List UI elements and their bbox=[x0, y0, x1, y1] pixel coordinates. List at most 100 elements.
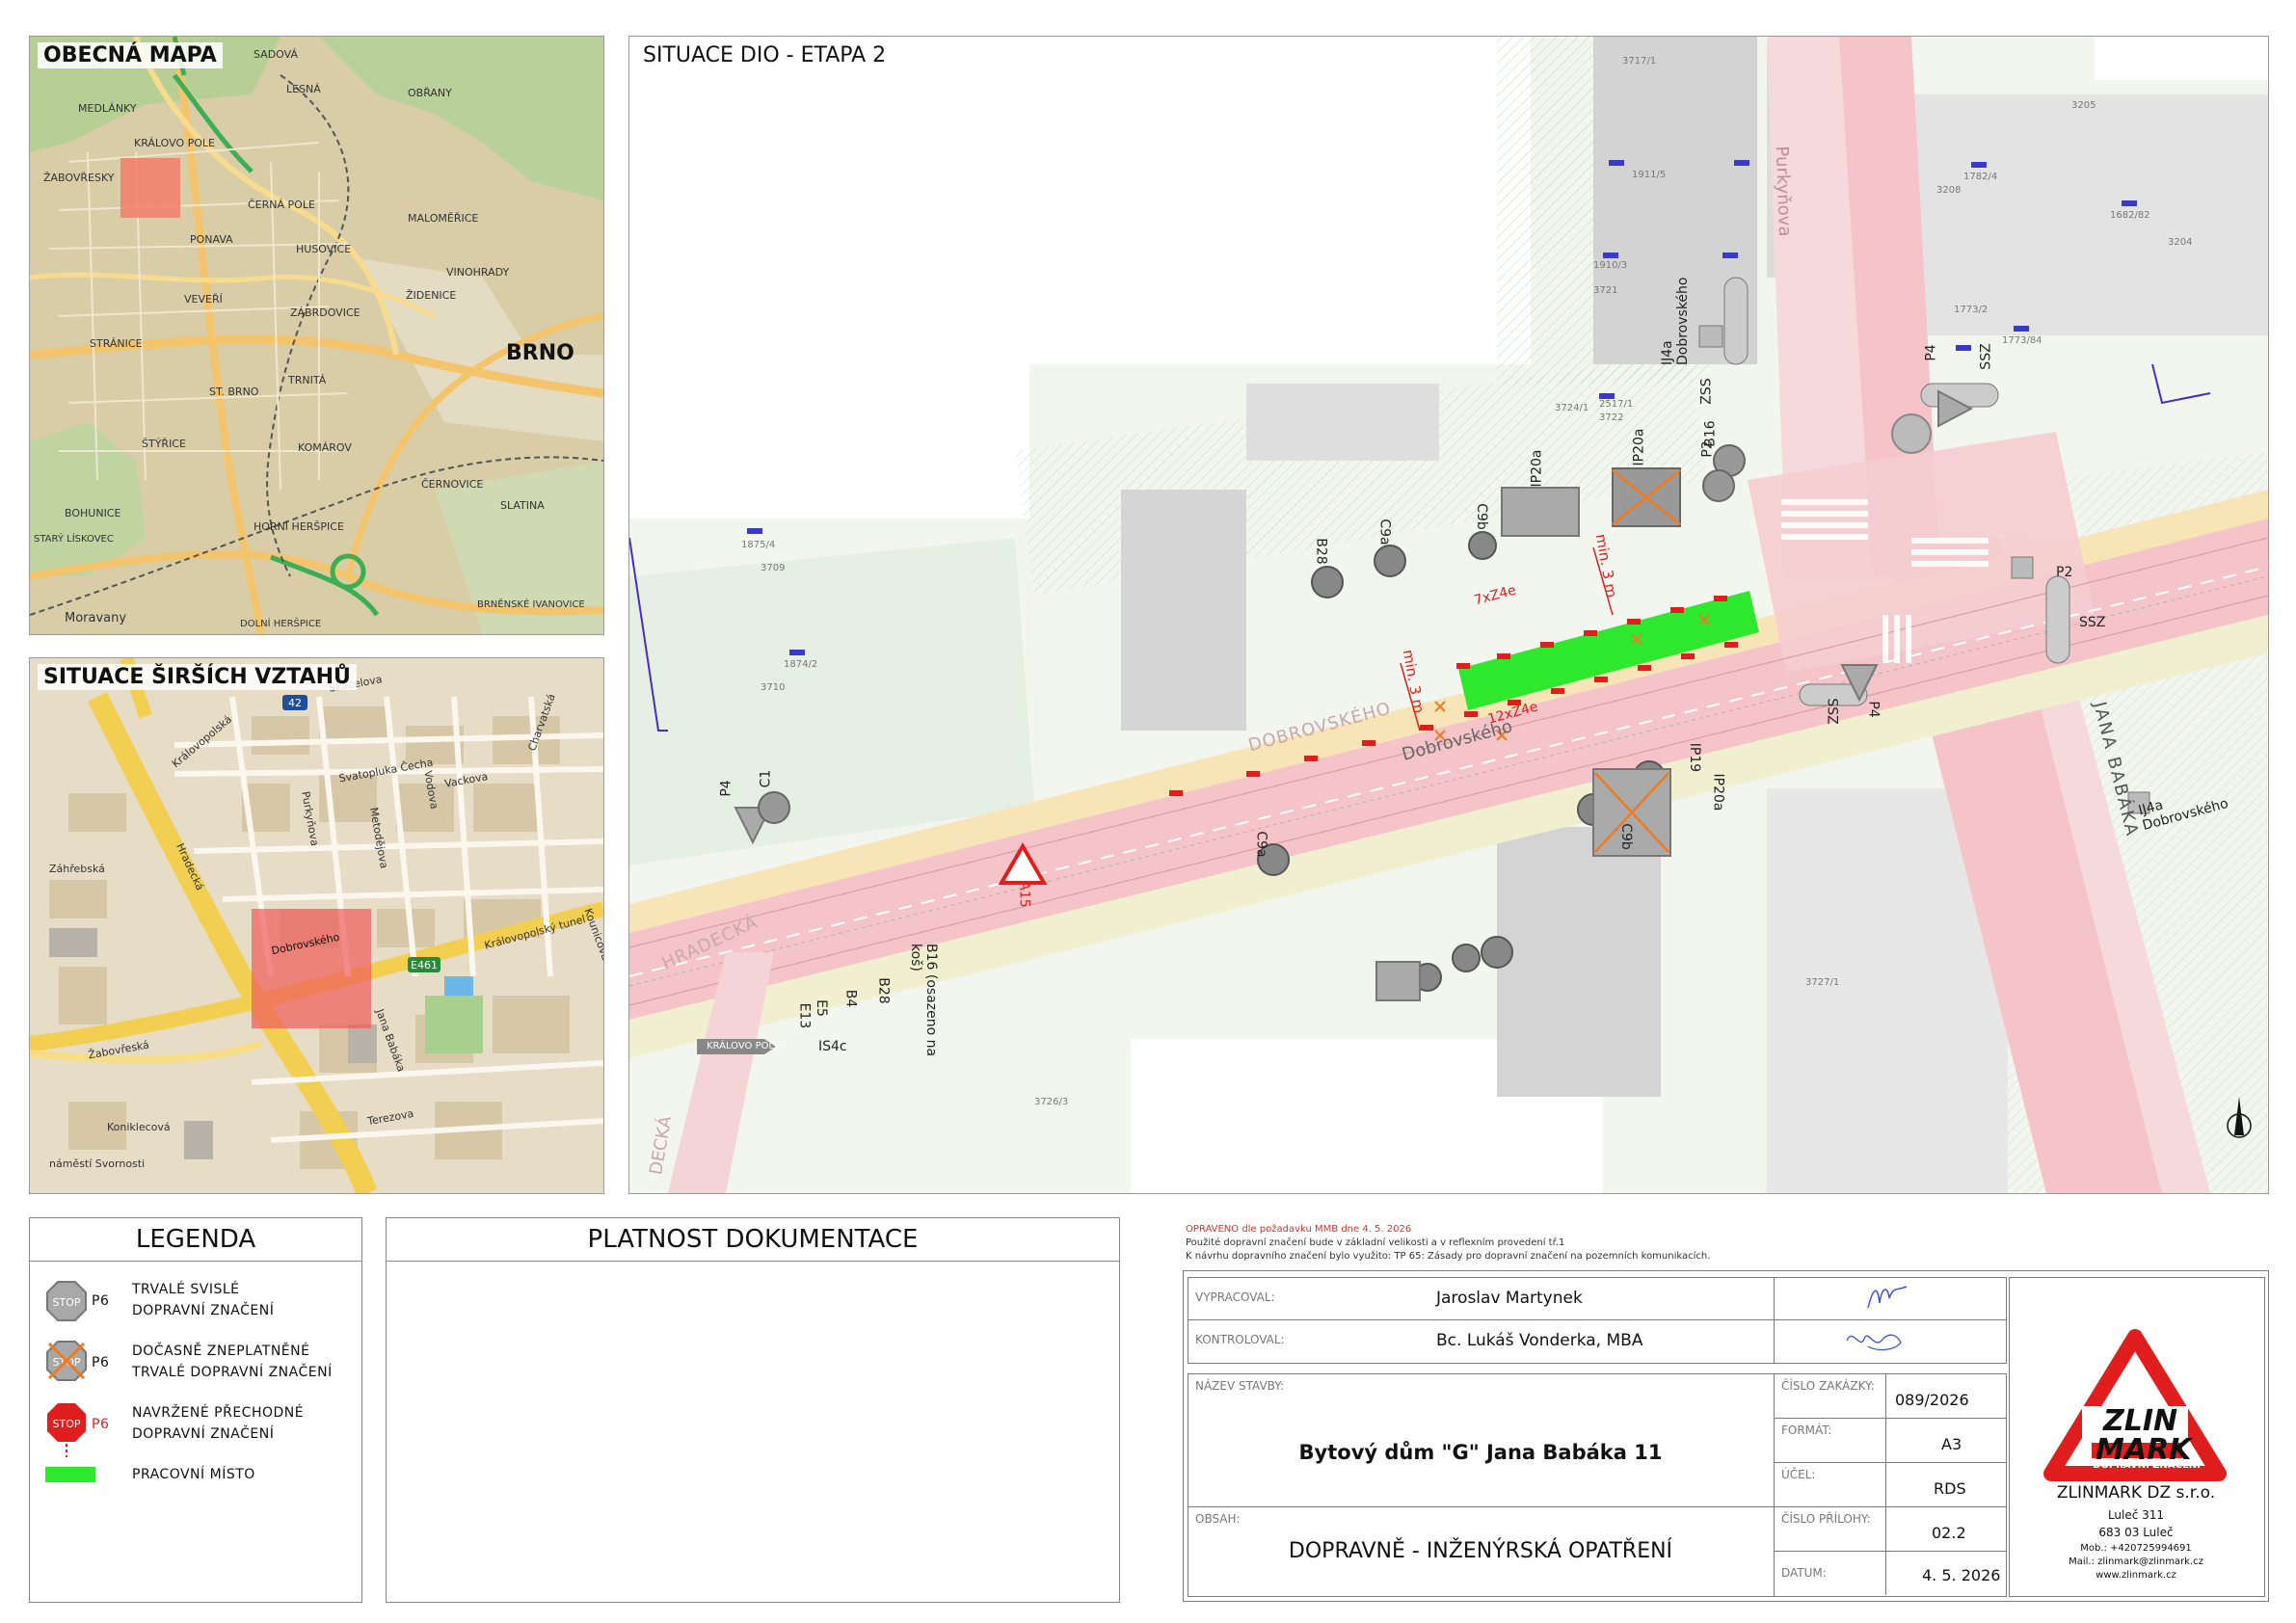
purpose-label: ÚČEL: bbox=[1781, 1468, 1816, 1481]
legend-label: PRACOVNÍ MÍSTO bbox=[132, 1467, 255, 1482]
parcel-label: 3710 bbox=[761, 682, 786, 693]
parcel-label: 3205 bbox=[2071, 100, 2096, 111]
sign-label: IP19 bbox=[1687, 742, 1703, 773]
map-label: DOLNÍ HERŠPICE bbox=[240, 619, 322, 629]
meta-divider bbox=[1885, 1373, 1886, 1595]
map-label: OBŘANY bbox=[408, 87, 452, 99]
purpose-value: RDS bbox=[1934, 1479, 1966, 1498]
sign-label: B16 (osazeno na koš) bbox=[908, 944, 939, 1057]
map-label: ST. BRNO bbox=[209, 386, 259, 398]
parcel-label: 3717/1 bbox=[1622, 56, 1657, 67]
company-address: Luleč 311 bbox=[2107, 1508, 2165, 1522]
sign-label: E13 bbox=[796, 1002, 813, 1029]
sign-label: B4 bbox=[842, 989, 859, 1008]
parcel-label: 3709 bbox=[761, 563, 786, 573]
sign-label: IJ4a Dobrovského bbox=[1660, 277, 1691, 366]
sign-label: P4 bbox=[718, 780, 734, 797]
sign-label: P4 bbox=[1923, 344, 1939, 361]
sign-label: A15 bbox=[1016, 881, 1032, 908]
sign-label: IP20a bbox=[1710, 773, 1726, 812]
parcel-label: 2517/1 bbox=[1599, 399, 1634, 410]
map-label: ŠTÝŘICE bbox=[142, 438, 186, 450]
parcel-label: 3721 bbox=[1593, 285, 1618, 296]
parcel-label: 3726/3 bbox=[1034, 1097, 1069, 1107]
sign-label: C1 bbox=[758, 769, 774, 788]
map-label: LESNÁ bbox=[286, 83, 321, 95]
signature-icon bbox=[1867, 1286, 1908, 1309]
company-mail: Mail.: zlinmark@zlinmark.cz bbox=[2069, 1556, 2203, 1567]
map-label: BOHUNICE bbox=[65, 507, 121, 519]
legend-label: DOČASNĚ ZNEPLATNĚNÉ bbox=[132, 1344, 310, 1359]
city-label: BRNO bbox=[506, 341, 574, 365]
company-name: ZLINMARK DZ s.r.o. bbox=[2056, 1483, 2216, 1503]
sign-label: E5 bbox=[813, 999, 829, 1017]
sign-label: IP20a bbox=[1529, 449, 1545, 488]
parcel-label: 1773/84 bbox=[2002, 335, 2042, 346]
sign-label: B28 bbox=[1313, 538, 1329, 565]
map-label: SLATINA bbox=[500, 499, 545, 512]
map-label: PONAVA bbox=[190, 233, 233, 246]
parcel-label: 1773/2 bbox=[1954, 305, 1989, 315]
content-value: DOPRAVNĚ - INŽENÝRSKÁ OPATŘENÍ bbox=[1288, 1539, 1673, 1563]
order-value: 089/2026 bbox=[1895, 1391, 1969, 1409]
parcel-label: 1875/4 bbox=[741, 540, 776, 550]
map-label: KOMÁROV bbox=[298, 441, 352, 454]
sign-label: KRÁLOVO POLE bbox=[707, 1041, 781, 1051]
logo-tag-text: DOPRAVNÍ ZNAČENÍ bbox=[2093, 1460, 2201, 1471]
sign-label: IS4c bbox=[818, 1039, 847, 1054]
note-line: Použité dopravní značení bude v základní… bbox=[1186, 1237, 1565, 1248]
legend-label: TRVALÉ SVISLÉ bbox=[132, 1282, 240, 1297]
legend-label: DOPRAVNÍ ZNAČENÍ bbox=[132, 1426, 275, 1442]
svg-text:STOP: STOP bbox=[53, 1418, 81, 1430]
legend-code: P6 bbox=[92, 1355, 110, 1370]
wider-map-highlight bbox=[252, 909, 371, 1028]
legend-label: NAVRŽENÉ PŘECHODNÉ bbox=[132, 1405, 305, 1421]
attachment-label: ČÍSLO PŘÍLOHY: bbox=[1781, 1512, 1871, 1526]
road-badge: 42 bbox=[288, 697, 302, 709]
order-label: ČÍSLO ZAKÁZKY: bbox=[1781, 1379, 1875, 1393]
title-block: VYPRACOVAL: Jaroslav Martynek KONTROLOVA… bbox=[1183, 1270, 2269, 1602]
signature-icon bbox=[1846, 1334, 1902, 1351]
work-zone-swatch bbox=[45, 1467, 95, 1482]
crossed-stop-sign-icon: STOP bbox=[46, 1341, 87, 1381]
map-label: ŽABOVŘESKY bbox=[43, 172, 115, 184]
general-map bbox=[30, 37, 603, 634]
legend-title: LEGENDA bbox=[30, 1218, 361, 1262]
company-web[interactable]: www.zlinmark.cz bbox=[2009, 1570, 2263, 1581]
company-mobile: Mob.: +420725994691 bbox=[2080, 1543, 2192, 1554]
validity-box: PLATNOST DOKUMENTACE bbox=[386, 1217, 1120, 1603]
prepared-label: VYPRACOVAL: bbox=[1195, 1290, 1275, 1304]
legend-box: LEGENDA STOP P6 TRVALÉ SVISLÉ DOPRAVNÍ Z… bbox=[29, 1217, 362, 1603]
project-name: Bytový dům "G" Jana Babáka 11 bbox=[1298, 1441, 1663, 1464]
parcel-label: 3208 bbox=[1936, 185, 1962, 196]
map-label: MALOMĚŘICE bbox=[408, 212, 479, 225]
svg-text:STOP: STOP bbox=[53, 1296, 81, 1309]
sign-label: IP20a bbox=[1631, 428, 1647, 466]
sign-label: SSZ bbox=[2079, 615, 2106, 630]
map-label: MEDLÁNKY bbox=[78, 102, 137, 115]
sign-label: SSZ bbox=[1824, 698, 1840, 725]
street-label: náměstí Svornosti bbox=[49, 1157, 146, 1170]
map-label: VEVEŘÍ bbox=[184, 293, 223, 306]
map-label: BRNĚNSKÉ IVANOVICE bbox=[477, 599, 585, 610]
map-label: HORNÍ HERŠPICE bbox=[254, 520, 344, 533]
checked-by: Bc. Lukáš Vonderka, MBA bbox=[1436, 1331, 1643, 1350]
date-value: 4. 5. 2026 bbox=[1922, 1566, 2001, 1584]
map-label: STARÝ LÍSKOVEC bbox=[34, 534, 114, 545]
sign-label: C9a bbox=[1253, 831, 1269, 858]
format-value: A3 bbox=[1941, 1435, 1962, 1453]
map-label: SADOVÁ bbox=[254, 48, 298, 61]
map-label: STRÁNICE bbox=[90, 337, 143, 350]
correction-note: OPRAVENO dle požadavku MMB dne 4. 5. 202… bbox=[1186, 1224, 1412, 1235]
stop-sign-icon: STOP bbox=[46, 1281, 87, 1321]
red-stop-sign-icon: STOP bbox=[47, 1403, 86, 1457]
road-badge: E461 bbox=[411, 959, 438, 971]
general-map-panel: OBECNÁ MAPA SADOVÁ LESNÁ OBŘANY MEDLÁNKY… bbox=[29, 36, 604, 635]
sign-label: P2 bbox=[2056, 565, 2073, 580]
map-label: ČERNOVICE bbox=[421, 478, 484, 491]
sign-label: ZSS bbox=[1698, 378, 1715, 405]
format-label: FORMÁT: bbox=[1781, 1423, 1832, 1437]
parcel-label: 1910/3 bbox=[1593, 260, 1628, 271]
validity-title: PLATNOST DOKUMENTACE bbox=[387, 1218, 1119, 1262]
parcel-label: 1782/4 bbox=[1963, 172, 1998, 182]
